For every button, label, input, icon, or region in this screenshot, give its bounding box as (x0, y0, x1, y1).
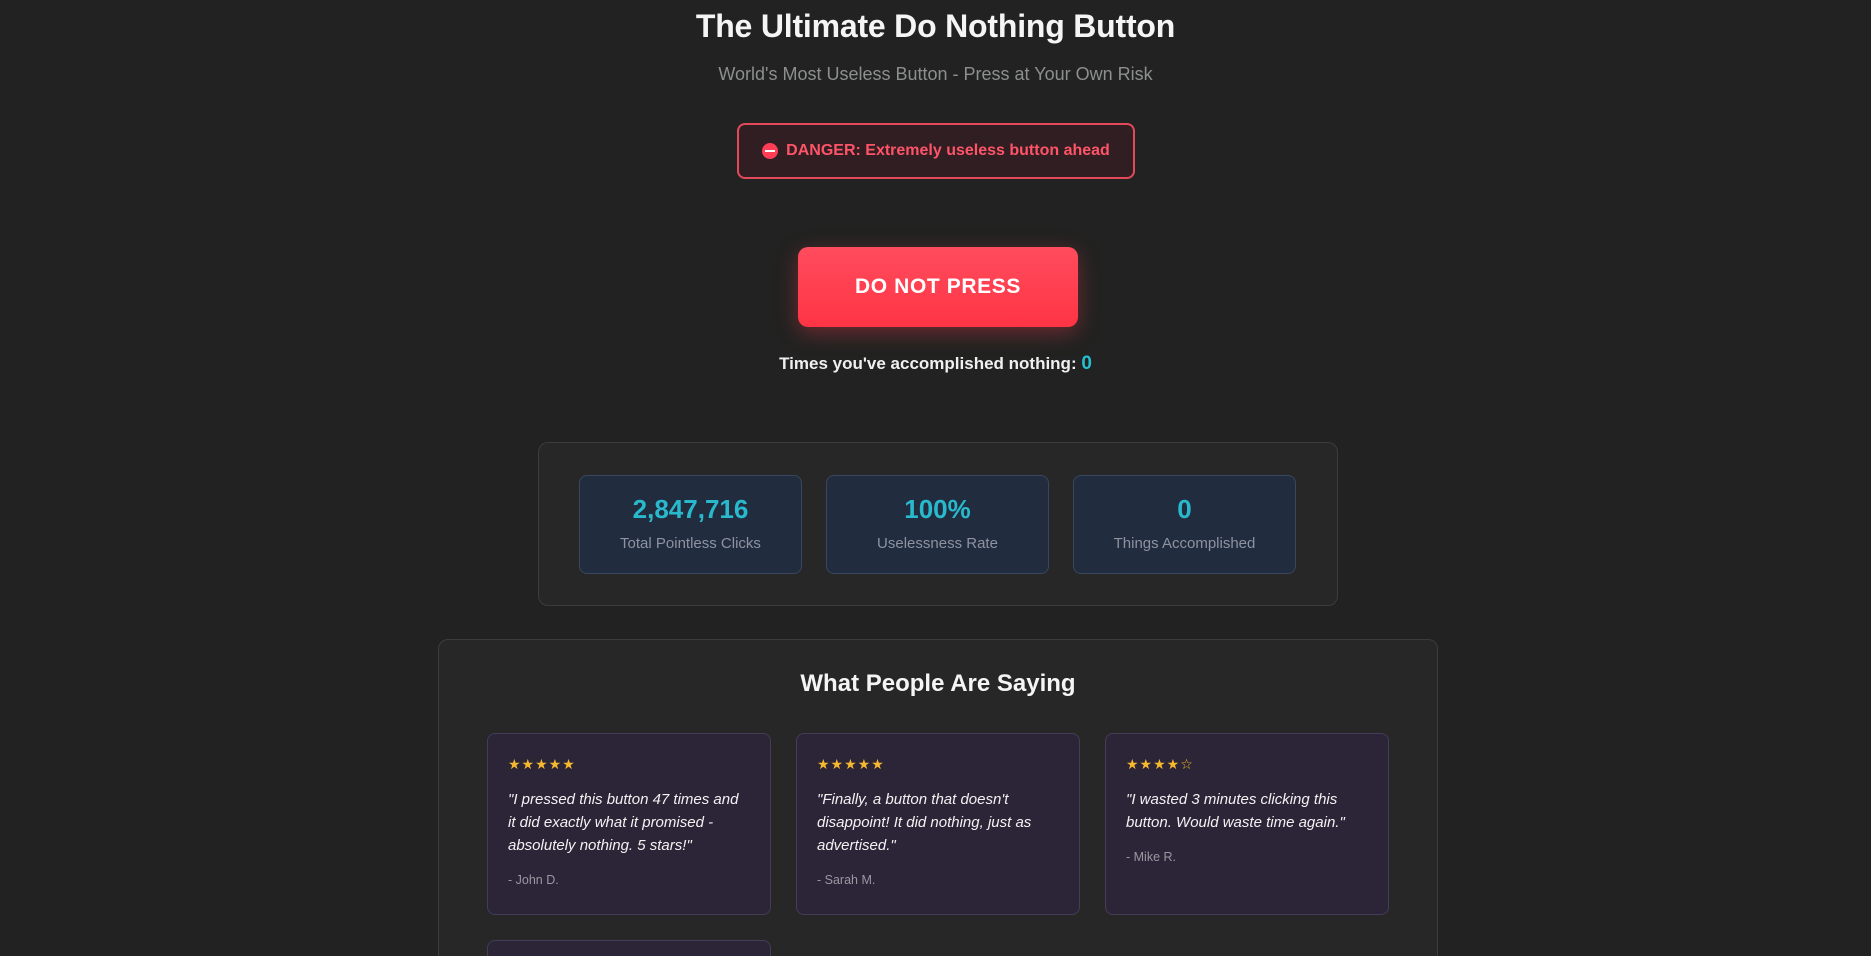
no-entry-icon (762, 143, 779, 159)
review-card-partial (487, 940, 771, 956)
review-card: ★★★★★ "Finally, a button that doesn't di… (796, 733, 1080, 915)
stat-things-accomplished: 0 Things Accomplished (1073, 475, 1296, 574)
star-rating-icon: ★★★★★ (817, 756, 885, 772)
reviews-title: What People Are Saying (800, 670, 1076, 697)
stat-total-pointless-clicks: 2,847,716 Total Pointless Clicks (579, 475, 802, 574)
danger-warning-text: DANGER: Extremely useless button ahead (786, 142, 1110, 159)
stat-label: Total Pointless Clicks (620, 535, 761, 552)
stats-panel: 2,847,716 Total Pointless Clicks 100% Us… (538, 442, 1338, 606)
review-card: ★★★★☆ "I wasted 3 minutes clicking this … (1105, 733, 1389, 915)
nothing-counter-label: Times you've accomplished nothing: (779, 354, 1082, 373)
review-author: - John D. (508, 873, 559, 887)
star-rating-icon: ★★★★☆ (1126, 756, 1194, 772)
nothing-counter-value: 0 (1081, 353, 1092, 374)
nothing-counter: Times you've accomplished nothing: 0 (0, 353, 1871, 375)
stat-label: Uselessness Rate (877, 535, 998, 552)
do-not-press-button[interactable]: DO NOT PRESS (798, 247, 1078, 327)
page: The Ultimate Do Nothing Button World's M… (0, 0, 1871, 956)
stat-value: 0 (1177, 494, 1192, 524)
review-quote: "I wasted 3 minutes clicking this button… (1126, 791, 1345, 831)
page-title: The Ultimate Do Nothing Button (695, 8, 1176, 44)
stat-value: 2,847,716 (632, 494, 749, 524)
review-quote: "I pressed this button 47 times and it d… (508, 791, 739, 854)
review-author: - Mike R. (1126, 850, 1176, 864)
page-subtitle: World's Most Useless Button - Press at Y… (718, 64, 1153, 84)
stat-uselessness-rate: 100% Uselessness Rate (826, 475, 1049, 574)
review-card: ★★★★★ "I pressed this button 47 times an… (487, 733, 771, 915)
stat-label: Things Accomplished (1113, 535, 1256, 552)
reviews-panel: What People Are Saying ★★★★★ "I pressed … (438, 639, 1438, 956)
star-rating-icon: ★★★★★ (508, 756, 576, 772)
danger-warning-banner: DANGER: Extremely useless button ahead (737, 123, 1135, 179)
review-author: - Sarah M. (817, 873, 876, 887)
stat-value: 100% (904, 494, 971, 524)
review-quote: "Finally, a button that doesn't disappoi… (817, 791, 1032, 854)
